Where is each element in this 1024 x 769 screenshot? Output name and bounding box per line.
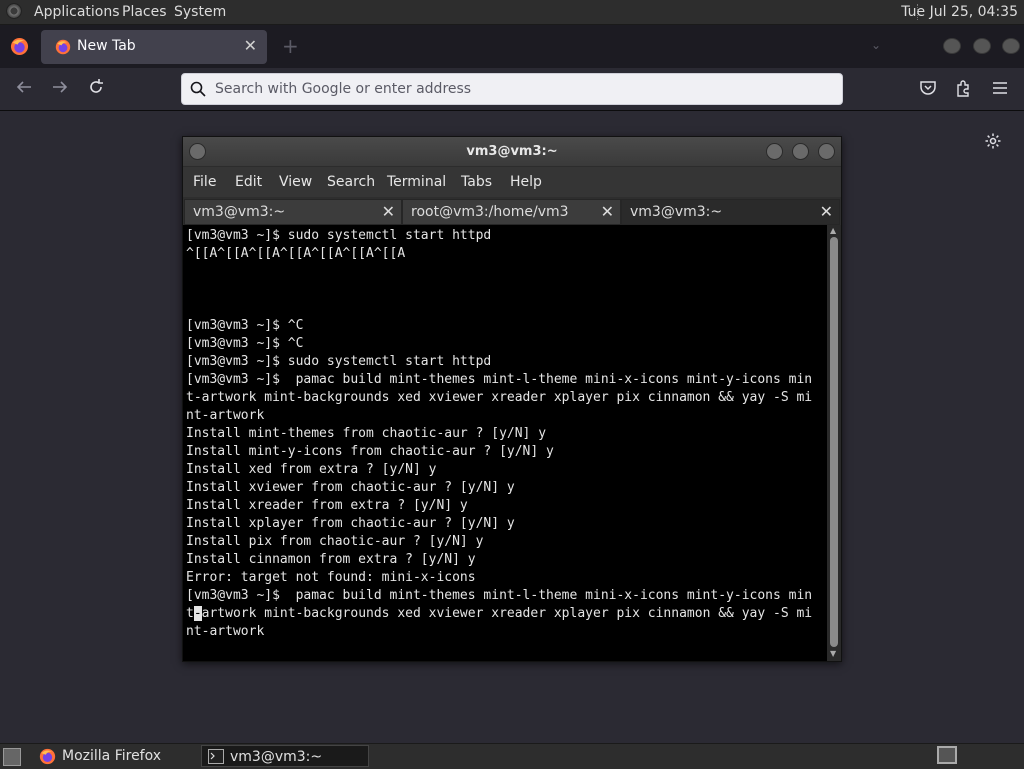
terminal-title: vm3@vm3:~: [466, 144, 558, 159]
close-icon[interactable]: ✕: [382, 202, 395, 221]
terminal-line: [vm3@vm3 ~]$ ^C: [186, 336, 304, 351]
terminal-menubar: File Edit View Search Terminal Tabs Help: [183, 167, 841, 197]
taskbar-terminal[interactable]: vm3@vm3:~: [201, 745, 369, 767]
new-tab-plus-icon[interactable]: +: [282, 34, 299, 58]
terminal-line: Install xreader from extra ? [y/N] y: [186, 498, 468, 513]
tab-title: New Tab: [77, 38, 136, 54]
terminal-maximize-button[interactable]: [792, 143, 809, 160]
terminal-tab-label: root@vm3:/home/vm3: [411, 204, 569, 220]
terminal-tab-2[interactable]: root@vm3:/home/vm3 ✕: [402, 199, 621, 225]
firefox-icon: [55, 39, 71, 55]
firefox-icon: [39, 748, 56, 765]
terminal-title-bar[interactable]: vm3@vm3:~: [183, 137, 841, 167]
terminal-tab-bar: vm3@vm3:~ ✕ root@vm3:/home/vm3 ✕ vm3@vm3…: [183, 197, 841, 225]
terminal-line: ^[[A^[[A^[[A^[[A^[[A^[[A^[[A: [186, 246, 406, 261]
puzzle-icon[interactable]: [955, 79, 973, 97]
close-icon[interactable]: ✕: [601, 202, 614, 221]
terminal-line: Install mint-themes from chaotic-aur ? […: [186, 426, 547, 441]
applications-menu[interactable]: Applications: [34, 4, 120, 20]
workspace-switcher[interactable]: [937, 746, 957, 764]
gnome-foot-icon[interactable]: [6, 3, 22, 19]
terminal-line: Install xviewer from chaotic-aur ? [y/N]…: [186, 480, 515, 495]
forward-button[interactable]: [49, 78, 71, 100]
cursor-line-after: artwork mint-backgrounds xed xviewer xre…: [201, 606, 813, 621]
terminal-line: Install xed from extra ? [y/N] y: [186, 462, 437, 477]
system-menu[interactable]: System: [174, 4, 226, 20]
terminal-line: nt-artwork: [186, 408, 265, 423]
terminal-window: vm3@vm3:~ File Edit View Search Terminal…: [182, 136, 842, 662]
taskbar-label: Mozilla Firefox: [62, 748, 162, 764]
scroll-up-icon[interactable]: ▲: [830, 226, 836, 235]
terminal-line: [vm3@vm3 ~]$ pamac build mint-themes min…: [186, 588, 813, 603]
terminal-line: Install pix from chaotic-aur ? [y/N] y: [186, 534, 484, 549]
close-tab-icon[interactable]: ✕: [244, 36, 257, 55]
terminal-tab-label: vm3@vm3:~: [630, 204, 723, 220]
menu-view[interactable]: View: [279, 174, 312, 190]
terminal-line: Error: target not found: mini-x-icons: [186, 570, 476, 585]
terminal-line: [vm3@vm3 ~]$ sudo systemctl start httpd: [186, 354, 492, 369]
menu-help[interactable]: Help: [510, 174, 542, 190]
menu-tabs[interactable]: Tabs: [461, 174, 492, 190]
hamburger-icon[interactable]: [991, 79, 1009, 97]
menu-search[interactable]: Search: [327, 174, 375, 190]
terminal-close-button[interactable]: [818, 143, 835, 160]
close-icon[interactable]: ✕: [820, 202, 833, 221]
maximize-button[interactable]: [973, 38, 991, 54]
terminal-line: [vm3@vm3 ~]$ pamac build mint-themes min…: [186, 372, 813, 387]
search-icon: [190, 81, 206, 97]
chevron-down-icon[interactable]: ⌄: [871, 38, 881, 52]
terminal-tab-3[interactable]: vm3@vm3:~ ✕: [621, 199, 840, 225]
terminal-cursor-line: t-artwork mint-backgrounds xed xviewer x…: [186, 605, 827, 623]
pocket-icon[interactable]: [919, 79, 937, 97]
taskbar-firefox[interactable]: Mozilla Firefox: [34, 745, 198, 767]
text-cursor: -: [193, 606, 202, 621]
back-button[interactable]: [13, 78, 35, 100]
terminal-minimize-button[interactable]: [766, 143, 783, 160]
bottom-panel: Mozilla Firefox vm3@vm3:~: [0, 743, 1024, 769]
terminal-scrollbar[interactable]: ▲ ▼: [827, 225, 841, 661]
terminal-output[interactable]: [vm3@vm3 ~]$ sudo systemctl start httpd …: [183, 225, 827, 661]
arrow-right-icon: [53, 81, 68, 93]
url-bar[interactable]: [181, 73, 843, 105]
cursor-line-before: t: [186, 606, 194, 621]
taskbar-label: vm3@vm3:~: [230, 749, 323, 765]
firefox-view-icon[interactable]: [10, 37, 29, 56]
terminal-tab-label: vm3@vm3:~: [193, 204, 286, 220]
menu-edit[interactable]: Edit: [235, 174, 262, 190]
close-window-button[interactable]: [1002, 38, 1020, 54]
terminal-icon: [208, 749, 224, 764]
scrollbar-thumb[interactable]: [830, 237, 838, 647]
terminal-line: [vm3@vm3 ~]$ ^C: [186, 318, 304, 333]
terminal-line: Install xplayer from chaotic-aur ? [y/N]…: [186, 516, 515, 531]
terminal-line: [vm3@vm3 ~]$ sudo systemctl start httpd: [186, 228, 492, 243]
minimize-button[interactable]: [943, 38, 961, 54]
reload-icon: [90, 79, 103, 93]
terminal-line: t-artwork mint-backgrounds xed xviewer x…: [186, 390, 813, 405]
arrow-left-icon: [16, 81, 31, 93]
menu-file[interactable]: File: [193, 174, 216, 190]
terminal-line: Install mint-y-icons from chaotic-aur ? …: [186, 444, 554, 459]
firefox-nav-bar: [0, 68, 1024, 111]
show-desktop-icon[interactable]: [3, 748, 21, 766]
scroll-down-icon[interactable]: ▼: [830, 649, 836, 658]
clock[interactable]: Tue Jul 25, 04:35: [901, 4, 1018, 20]
firefox-tab-bar: New Tab ✕ + ⌄: [0, 25, 1024, 68]
gear-icon[interactable]: [984, 132, 1002, 150]
tab-new-tab[interactable]: New Tab ✕: [41, 30, 267, 64]
terminal-line: Install cinnamon from extra ? [y/N] y: [186, 552, 476, 567]
reload-button[interactable]: [85, 78, 107, 100]
menu-terminal[interactable]: Terminal: [387, 174, 446, 190]
url-input[interactable]: [215, 74, 815, 104]
places-menu[interactable]: Places: [122, 4, 167, 20]
terminal-tab-1[interactable]: vm3@vm3:~ ✕: [184, 199, 402, 225]
terminal-line: nt-artwork: [186, 624, 265, 639]
top-panel: Applications Places System Tue Jul 25, 0…: [0, 0, 1024, 25]
